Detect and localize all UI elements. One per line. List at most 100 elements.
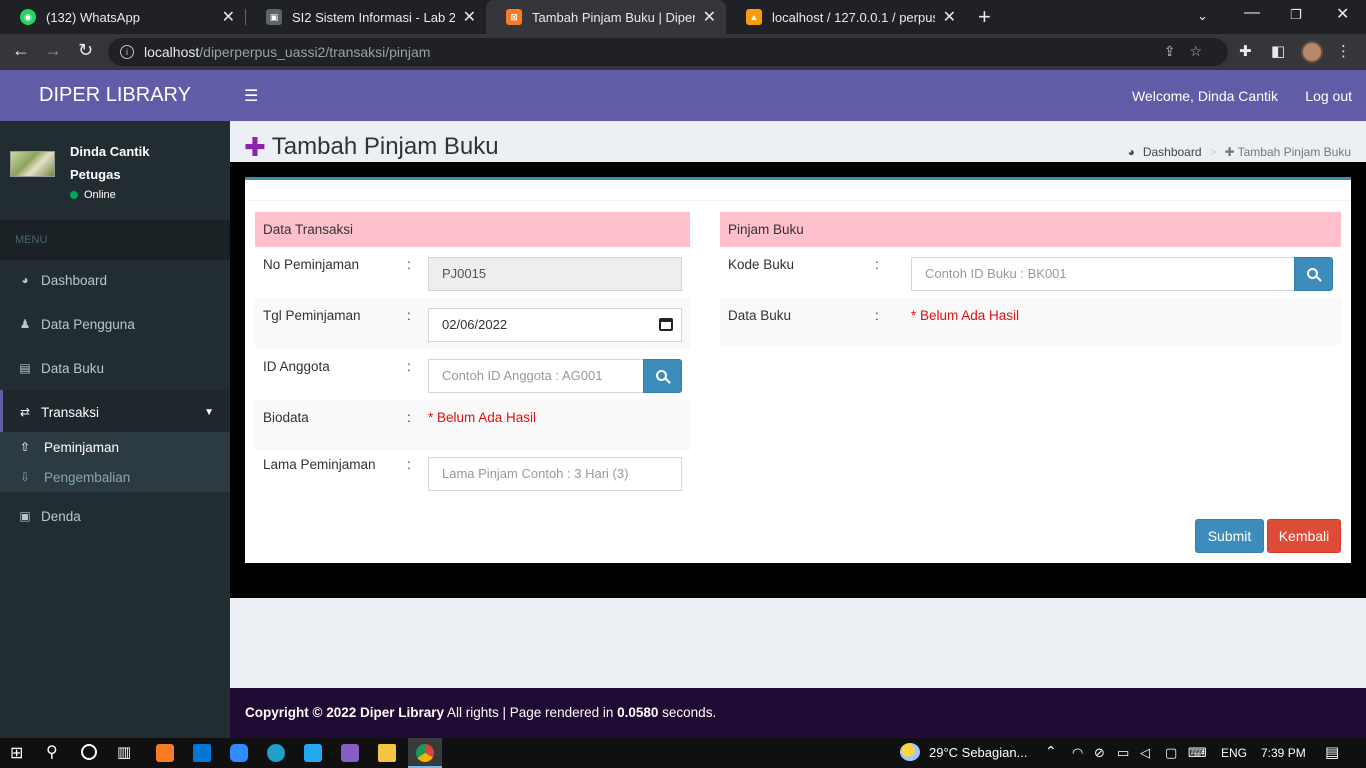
upload-icon: ⇧: [20, 440, 31, 454]
windows-start-icon[interactable]: ⊞: [10, 743, 28, 762]
tgl-peminjaman-field[interactable]: 02/06/2022: [428, 308, 682, 342]
submit-button[interactable]: Submit: [1195, 519, 1264, 553]
keyboard-icon[interactable]: ⌨: [1188, 745, 1207, 761]
money-icon: ▣: [19, 509, 31, 523]
chevron-up-icon[interactable]: ⌃: [1045, 743, 1057, 760]
tab-title: Tambah Pinjam Buku | Diper Libra: [532, 9, 695, 25]
tab-whatsapp[interactable]: ◉ (132) WhatsApp ✕: [0, 0, 245, 34]
restore-button[interactable]: ❐: [1290, 7, 1302, 23]
profile-avatar[interactable]: [1301, 41, 1323, 63]
xampp-icon[interactable]: [156, 744, 174, 762]
tgl-peminjaman-label: Tgl Peminjaman: [263, 308, 361, 323]
close-icon[interactable]: ✕: [222, 7, 235, 27]
menu-dots-icon[interactable]: ⋮: [1336, 42, 1351, 60]
language-indicator[interactable]: ENG: [1221, 746, 1247, 760]
notification-icon[interactable]: ▤: [1325, 743, 1339, 761]
id-anggota-row: ID Anggota : Contoh ID Anggota : AG001: [255, 349, 690, 400]
no-peminjaman-field[interactable]: PJ0015: [428, 257, 682, 291]
sidebar-item-data-pengguna[interactable]: ♟ Data Pengguna: [0, 302, 230, 346]
new-tab-button[interactable]: +: [978, 4, 991, 30]
edge-icon[interactable]: [267, 744, 285, 762]
divider: [245, 200, 1351, 201]
sidebar-item-label: Dashboard: [41, 272, 108, 288]
sidebar-item-label: Transaksi: [41, 404, 100, 420]
task-view-icon[interactable]: ▥: [117, 743, 135, 761]
status-badge: Online: [70, 189, 116, 201]
url-field[interactable]: i localhost/diperperpus_uassi2/transaksi…: [108, 38, 1228, 66]
lama-peminjaman-input[interactable]: Lama Pinjam Contoh : 3 Hari (3): [428, 457, 682, 491]
footer-render-time: 0.0580: [617, 705, 659, 720]
user-name-block: Dinda Cantik Petugas: [70, 140, 149, 186]
share-bookmark-icons[interactable]: ⇪☆: [1164, 43, 1216, 60]
meet-icon[interactable]: ▢: [1165, 745, 1177, 761]
vscode-icon[interactable]: [304, 744, 322, 762]
tab-title: localhost / 127.0.0.1 / perpus_si2: [772, 9, 935, 25]
forward-button[interactable]: →: [44, 40, 62, 61]
weather-icon[interactable]: [900, 743, 920, 761]
close-window-button[interactable]: ✕: [1336, 4, 1349, 24]
chrome-taskbar-button[interactable]: [408, 738, 442, 768]
reload-button[interactable]: ↻: [78, 40, 93, 61]
cortana-icon[interactable]: [81, 744, 97, 760]
colon: :: [407, 308, 411, 323]
plus-icon: ✚: [244, 132, 266, 162]
sidebar-item-label: Data Buku: [41, 360, 105, 376]
close-icon[interactable]: ✕: [943, 7, 956, 27]
logout-link[interactable]: Log out: [1305, 88, 1352, 104]
sidebar-item-label: Peminjaman: [44, 439, 120, 455]
extensions-icon[interactable]: ✚: [1239, 42, 1252, 60]
wifi-icon[interactable]: ◠: [1072, 745, 1083, 761]
tab-classroom[interactable]: ▣ SI2 Sistem Informasi - Lab 2 ✕: [246, 0, 486, 34]
tab-tambah-pinjam[interactable]: ⊠ Tambah Pinjam Buku | Diper Libra ✕: [486, 0, 726, 34]
mail-icon[interactable]: [193, 744, 211, 762]
breadcrumb-home-link[interactable]: Dashboard: [1143, 145, 1202, 159]
close-icon[interactable]: ✕: [463, 7, 476, 27]
footer-seconds: seconds.: [658, 705, 717, 720]
visual-studio-icon[interactable]: [341, 744, 359, 762]
zoom-icon[interactable]: [230, 744, 248, 762]
close-icon[interactable]: ✕: [703, 7, 716, 27]
kembali-button[interactable]: Kembali: [1267, 519, 1341, 553]
battery-icon[interactable]: ▭: [1117, 745, 1129, 761]
search-buku-button[interactable]: [1294, 257, 1333, 291]
minimize-button[interactable]: —: [1244, 4, 1260, 22]
biodata-label: Biodata: [263, 410, 309, 425]
colon: :: [407, 359, 411, 374]
id-anggota-input[interactable]: Contoh ID Anggota : AG001: [428, 359, 644, 393]
sidebar-subitem-pengembalian[interactable]: ⇩ Pengembalian: [0, 462, 230, 492]
form-box: Data Transaksi No Peminjaman : PJ0015 Tg…: [245, 177, 1351, 563]
tab-phpmyadmin[interactable]: ▲ localhost / 127.0.0.1 / perpus_si2 ✕: [726, 0, 966, 34]
sidebar-item-denda[interactable]: ▣ Denda: [0, 494, 230, 538]
tab-search-icon[interactable]: ⌄: [1197, 8, 1208, 24]
sidebar-item-transaksi[interactable]: ⇄ Transaksi ▼: [0, 390, 230, 434]
kode-buku-input[interactable]: Contoh ID Buku : BK001: [911, 257, 1295, 291]
welcome-text[interactable]: Welcome, Dinda Cantik: [1132, 88, 1278, 104]
volume-icon[interactable]: ◁: [1140, 745, 1150, 761]
back-button[interactable]: ←: [12, 40, 30, 61]
calendar-icon[interactable]: [659, 318, 673, 331]
app-logo[interactable]: DIPER LIBRARY: [0, 70, 230, 121]
weather-text[interactable]: 29°C Sebagian...: [929, 745, 1027, 760]
side-panel-icon[interactable]: ◧: [1271, 42, 1285, 60]
sidebar-item-data-buku[interactable]: ▤ Data Buku: [0, 346, 230, 390]
sidebar-subitem-peminjaman[interactable]: ⇧ Peminjaman: [0, 432, 230, 462]
sidebar-item-label: Data Pengguna: [41, 316, 135, 332]
lama-peminjaman-row: Lama Peminjaman : Lama Pinjam Contoh : 3…: [255, 447, 690, 503]
tgl-peminjaman-row: Tgl Peminjaman : 02/06/2022: [255, 298, 690, 349]
sidebar-item-dashboard[interactable]: ◕ Dashboard: [0, 258, 230, 302]
sidebar-toggle-icon[interactable]: ☰: [244, 86, 258, 106]
menu-header: MENU: [0, 220, 230, 260]
network-off-icon[interactable]: ⊘: [1094, 745, 1105, 761]
info-icon[interactable]: i: [120, 45, 134, 59]
no-peminjaman-label: No Peminjaman: [263, 257, 360, 272]
breadcrumb-separator: >: [1209, 145, 1217, 159]
file-explorer-icon[interactable]: [378, 744, 396, 762]
search-icon[interactable]: ⚲: [46, 742, 64, 761]
footer-copyright[interactable]: Copyright © 2022 Diper Library: [245, 705, 444, 720]
search-anggota-button[interactable]: [643, 359, 682, 393]
clock[interactable]: 7:39 PM: [1261, 746, 1306, 760]
kode-buku-label: Kode Buku: [728, 257, 795, 272]
avatar: [10, 151, 55, 177]
biodata-result: * Belum Ada Hasil: [428, 410, 537, 425]
page-title-text: Tambah Pinjam Buku: [271, 133, 499, 160]
